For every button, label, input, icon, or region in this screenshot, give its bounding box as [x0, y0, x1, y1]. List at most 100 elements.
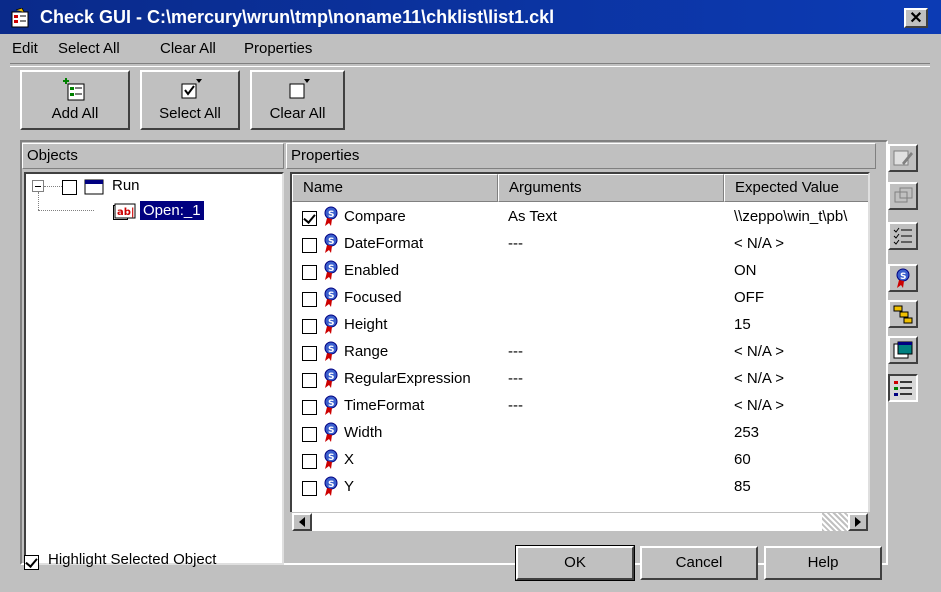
- highlight-checkbox[interactable]: [24, 554, 39, 570]
- property-name: Width: [344, 424, 383, 441]
- menu-bar: Edit Select All Clear All Properties: [0, 34, 941, 62]
- copy-button[interactable]: [888, 182, 918, 210]
- cancel-button[interactable]: Cancel: [640, 546, 758, 580]
- menu-clear-all[interactable]: Clear All: [160, 40, 216, 57]
- properties-header: Properties: [286, 143, 876, 169]
- window-icon: [84, 179, 104, 195]
- property-expected-value: < N/A >: [734, 397, 785, 414]
- property-icon: S: [324, 368, 338, 388]
- table-row[interactable]: S RegularExpression --- < N/A >: [292, 365, 852, 392]
- highlight-label[interactable]: Highlight Selected Object: [48, 551, 216, 568]
- arrow-left-icon: [299, 517, 305, 527]
- close-icon: ✕: [909, 10, 923, 27]
- checklist-button[interactable]: [888, 222, 918, 250]
- table-row[interactable]: S DateFormat --- < N/A >: [292, 230, 852, 257]
- property-name: Focused: [344, 289, 402, 306]
- property-name: RegularExpression: [344, 370, 471, 387]
- edit-arguments-icon: [893, 150, 913, 166]
- window-title: Check GUI - C:\mercury\wrun\tmp\noname11…: [40, 7, 555, 27]
- table-row[interactable]: S TimeFormat --- < N/A >: [292, 392, 852, 419]
- table-row[interactable]: S X 60: [292, 446, 852, 473]
- copy-icon: [894, 187, 913, 203]
- table-row[interactable]: S Range --- < N/A >: [292, 338, 852, 365]
- row-checkbox[interactable]: [302, 480, 317, 496]
- property-name: DateFormat: [344, 235, 424, 252]
- property-expected-value: 15: [734, 316, 751, 333]
- property-name: Compare: [344, 208, 406, 225]
- tree-line: [38, 210, 94, 211]
- property-arguments: ---: [508, 370, 523, 387]
- column-header-name[interactable]: Name: [292, 174, 498, 202]
- menu-properties[interactable]: Properties: [244, 40, 312, 57]
- property-arguments: As Text: [508, 208, 557, 225]
- properties-list[interactable]: Name Arguments Expected Value S Compare As…: [290, 172, 870, 532]
- property-expected-value: 60: [734, 451, 751, 468]
- scroll-thumb-area[interactable]: [822, 513, 848, 531]
- help-button[interactable]: Help: [764, 546, 882, 580]
- row-checkbox[interactable]: [302, 372, 317, 388]
- row-checkbox[interactable]: [302, 399, 317, 415]
- menu-edit[interactable]: Edit: [12, 40, 38, 57]
- objects-tree[interactable]: Run ab| Open:_1: [24, 172, 284, 565]
- row-checkbox[interactable]: [302, 264, 317, 280]
- checklist-icon: [893, 227, 912, 245]
- table-row[interactable]: S Width 253: [292, 419, 852, 446]
- table-row[interactable]: S Focused OFF: [292, 284, 852, 311]
- clear-all-button[interactable]: Clear All: [250, 70, 345, 130]
- empty-box-icon: [289, 79, 310, 99]
- table-row[interactable]: S Compare As Text \\zeppo\win_t\pb\: [292, 203, 852, 230]
- row-checkbox[interactable]: [302, 345, 317, 361]
- row-checkbox[interactable]: [302, 210, 317, 226]
- clear-all-label: Clear All: [269, 105, 326, 122]
- minus-icon: [35, 186, 41, 187]
- property-icon: S: [896, 268, 910, 288]
- property-icon: S: [324, 341, 338, 361]
- property-icon: S: [324, 206, 338, 226]
- table-row[interactable]: S Y 85: [292, 473, 852, 500]
- hierarchy-button[interactable]: [888, 300, 918, 328]
- tree-root-label[interactable]: Run: [112, 177, 140, 194]
- menu-select-all[interactable]: Select All: [58, 40, 120, 57]
- property-name: Range: [344, 343, 389, 360]
- property-expected-value: 85: [734, 478, 751, 495]
- edit-arguments-button[interactable]: [888, 144, 918, 172]
- horizontal-scrollbar[interactable]: [290, 512, 870, 533]
- ok-button[interactable]: OK: [515, 545, 635, 581]
- tree-child-label[interactable]: Open:_1: [139, 200, 205, 221]
- row-checkbox[interactable]: [302, 318, 317, 334]
- root-checkbox[interactable]: [62, 179, 77, 195]
- property-expected-value: OFF: [734, 289, 764, 306]
- arrow-right-icon: [855, 517, 861, 527]
- select-all-button[interactable]: Select All: [140, 70, 240, 130]
- add-all-button[interactable]: Add All: [20, 70, 130, 130]
- scroll-track[interactable]: [312, 513, 822, 531]
- property-icon: S: [324, 449, 338, 469]
- column-header-arguments[interactable]: Arguments: [498, 174, 724, 202]
- close-button[interactable]: ✕: [904, 8, 928, 28]
- checked-box-icon: [181, 79, 202, 99]
- property-name: Y: [344, 478, 355, 495]
- tree-expander[interactable]: [32, 180, 44, 192]
- property-expected-value: < N/A >: [734, 235, 785, 252]
- table-row[interactable]: S Enabled ON: [292, 257, 852, 284]
- property-expected-value: \\zeppo\win_t\pb\: [734, 208, 848, 225]
- row-checkbox[interactable]: [302, 237, 317, 253]
- table-row[interactable]: S Height 15: [292, 311, 852, 338]
- scroll-right-button[interactable]: [848, 513, 868, 531]
- list-view-button[interactable]: [888, 374, 918, 402]
- column-header-expected-value[interactable]: Expected Value: [724, 174, 868, 202]
- row-checkbox[interactable]: [302, 453, 317, 469]
- property-icon: S: [324, 287, 338, 307]
- window-button[interactable]: [888, 336, 918, 364]
- row-checkbox[interactable]: [302, 426, 317, 442]
- toolbar-separator: [10, 63, 930, 67]
- scroll-left-button[interactable]: [292, 513, 312, 531]
- property-expected-value: ON: [734, 262, 757, 279]
- row-checkbox[interactable]: [302, 291, 317, 307]
- objects-header: Objects: [22, 143, 284, 169]
- property-expected-value: < N/A >: [734, 370, 785, 387]
- property-button[interactable]: S: [888, 264, 918, 292]
- property-name: Enabled: [344, 262, 400, 279]
- property-rows: S Compare As Text \\zeppo\win_t\pb\ S DateFor…: [292, 203, 868, 530]
- title-bar: Check GUI - C:\mercury\wrun\tmp\noname11…: [0, 0, 941, 34]
